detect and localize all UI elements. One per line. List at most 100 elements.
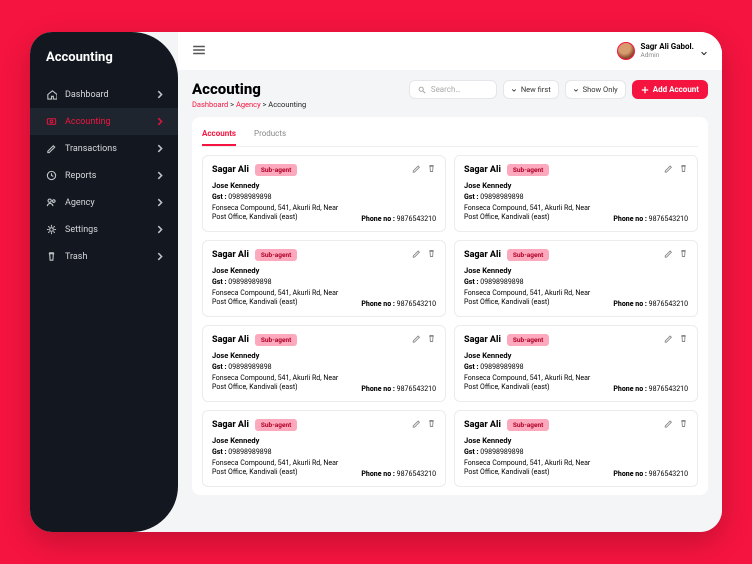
account-name: Sagar Ali: [464, 250, 501, 260]
address: Fonseca Compound, 541, Akurli Rd, Near P…: [212, 204, 352, 223]
gst-line: Gst : 09898989898: [464, 193, 688, 201]
account-name: Sagar Ali: [212, 165, 249, 175]
account-subtitle: Jose Kennedy: [464, 181, 688, 190]
sidebar-item-agency[interactable]: Agency: [30, 189, 178, 216]
camera-icon: [46, 116, 57, 127]
role-badge: Sub-agent: [255, 334, 297, 346]
edit-icon[interactable]: [664, 334, 673, 343]
search-input[interactable]: Search…: [409, 80, 497, 99]
home-icon: [46, 89, 57, 100]
chevron-right-icon: [155, 197, 166, 208]
sort-dropdown[interactable]: New first: [503, 80, 559, 99]
phone-line: Phone no : 9876543210: [361, 470, 436, 478]
account-name: Sagar Ali: [464, 165, 501, 175]
trash-icon[interactable]: [679, 164, 688, 173]
breadcrumb-item[interactable]: Dashboard: [192, 100, 228, 109]
tab-products[interactable]: Products: [254, 125, 286, 146]
account-subtitle: Jose Kennedy: [212, 351, 436, 360]
phone-line: Phone no : 9876543210: [613, 470, 688, 478]
breadcrumb-item[interactable]: Agency: [236, 100, 261, 109]
sidebar-item-reports[interactable]: Reports: [30, 162, 178, 189]
edit-icon[interactable]: [412, 249, 421, 258]
trash-icon[interactable]: [679, 249, 688, 258]
sidebar-item-label: Reports: [65, 171, 96, 181]
edit-icon: [46, 143, 57, 154]
edit-icon[interactable]: [412, 334, 421, 343]
trash-icon: [46, 251, 57, 262]
chevron-down-icon: [700, 42, 708, 61]
sidebar-item-label: Accounting: [65, 117, 111, 127]
trash-icon[interactable]: [427, 334, 436, 343]
user-menu[interactable]: Sagr Ali Gabol. Admin: [617, 42, 708, 61]
role-badge: Sub-agent: [507, 334, 549, 346]
address: Fonseca Compound, 541, Akurli Rd, Near P…: [212, 374, 352, 393]
sidebar-item-label: Trash: [65, 252, 87, 262]
plus-icon: [641, 86, 649, 94]
phone-line: Phone no : 9876543210: [361, 385, 436, 393]
sidebar-item-label: Dashboard: [65, 90, 109, 100]
account-name: Sagar Ali: [464, 335, 501, 345]
gst-line: Gst : 09898989898: [212, 278, 436, 286]
trash-icon[interactable]: [679, 419, 688, 428]
address: Fonseca Compound, 541, Akurli Rd, Near P…: [464, 374, 604, 393]
chevron-right-icon: [155, 116, 166, 127]
chevron-right-icon: [155, 170, 166, 181]
account-name: Sagar Ali: [464, 420, 501, 430]
phone-line: Phone no : 9876543210: [613, 300, 688, 308]
edit-icon[interactable]: [664, 419, 673, 428]
trash-icon[interactable]: [427, 419, 436, 428]
tab-accounts[interactable]: Accounts: [202, 125, 236, 146]
breadcrumb-item: Accounting: [268, 100, 306, 109]
tabs: Accounts Products: [202, 125, 698, 147]
phone-line: Phone no : 9876543210: [361, 215, 436, 223]
users-icon: [46, 197, 57, 208]
trash-icon[interactable]: [679, 334, 688, 343]
address: Fonseca Compound, 541, Akurli Rd, Near P…: [212, 459, 352, 478]
app-window: Accounting Dashboard Accounting Transactio…: [30, 32, 722, 532]
sidebar-item-accounting[interactable]: Accounting: [30, 108, 178, 135]
role-badge: Sub-agent: [507, 419, 549, 431]
add-account-button[interactable]: Add Account: [632, 80, 708, 99]
content: Accouting Dashboard > Agency > Accountin…: [178, 70, 722, 505]
phone-line: Phone no : 9876543210: [613, 215, 688, 223]
edit-icon[interactable]: [664, 249, 673, 258]
address: Fonseca Compound, 541, Akurli Rd, Near P…: [212, 289, 352, 308]
account-card: Sagar Ali Sub-agent Jose Kennedy Gst : 0989…: [202, 240, 446, 317]
trash-icon[interactable]: [427, 164, 436, 173]
account-subtitle: Jose Kennedy: [212, 266, 436, 275]
account-card: Sagar AliSub-agentJose KennedyGst : 0989…: [202, 410, 446, 487]
role-badge: Sub-agent: [255, 249, 297, 261]
sidebar-item-settings[interactable]: Settings: [30, 216, 178, 243]
edit-icon[interactable]: [412, 164, 421, 173]
address: Fonseca Compound, 541, Akurli Rd, Near P…: [464, 459, 604, 478]
filter-dropdown[interactable]: Show Only: [565, 80, 626, 99]
gst-line: Gst : 09898989898: [212, 193, 436, 201]
role-badge: Sub-agent: [507, 164, 549, 176]
topbar: Sagr Ali Gabol. Admin: [178, 32, 722, 70]
sidebar-item-dashboard[interactable]: Dashboard: [30, 81, 178, 108]
address: Fonseca Compound, 541, Akurli Rd, Near P…: [464, 204, 604, 223]
account-name: Sagar Ali: [212, 250, 249, 260]
accounts-panel: Accounts Products Sagar Ali Sub-agent Jose …: [192, 117, 708, 495]
edit-icon[interactable]: [664, 164, 673, 173]
trash-icon[interactable]: [427, 249, 436, 258]
sidebar-item-trash[interactable]: Trash: [30, 243, 178, 270]
account-card: Sagar AliSub-agentJose KennedyGst : 0989…: [454, 240, 698, 317]
account-subtitle: Jose Kennedy: [212, 436, 436, 445]
sidebar-item-transactions[interactable]: Transactions: [30, 135, 178, 162]
phone-line: Phone no : 9876543210: [613, 385, 688, 393]
search-placeholder: Search…: [431, 85, 461, 94]
sidebar-item-label: Transactions: [65, 144, 117, 154]
account-card: Sagar AliSub-agentJose KennedyGst : 0989…: [202, 155, 446, 232]
accounts-grid: Sagar Ali Sub-agent Jose Kennedy Gst : 0989…: [202, 155, 698, 487]
account-subtitle: Jose Kennedy: [464, 351, 688, 360]
gst-line: Gst : 09898989898: [464, 363, 688, 371]
account-subtitle: Jose Kennedy: [464, 266, 688, 275]
chevron-right-icon: [155, 251, 166, 262]
account-subtitle: Jose Kennedy: [212, 181, 436, 190]
menu-toggle-button[interactable]: [192, 42, 206, 61]
page-title: Accouting: [192, 80, 306, 98]
edit-icon[interactable]: [412, 419, 421, 428]
gst-line: Gst : 09898989898: [464, 278, 688, 286]
avatar: [617, 42, 635, 60]
